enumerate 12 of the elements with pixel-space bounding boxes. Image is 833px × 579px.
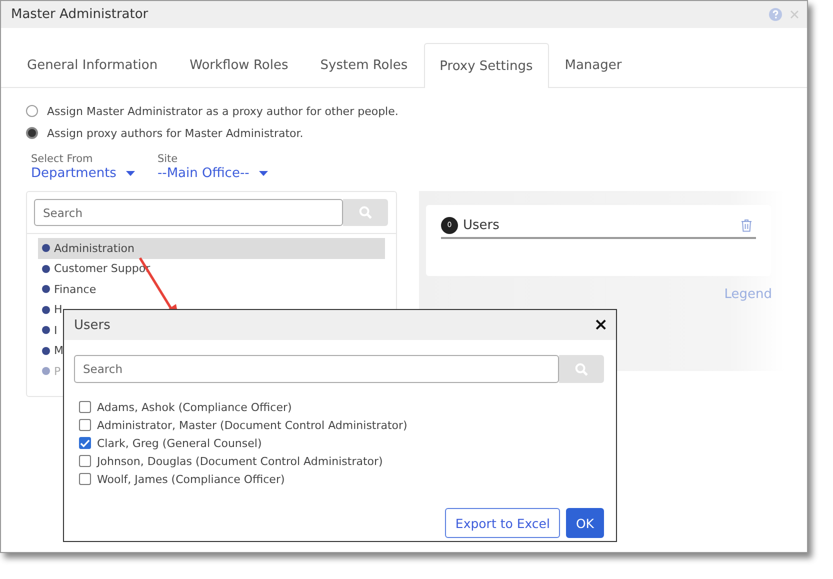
- user-label: Woolf, James (Compliance Officer): [97, 472, 285, 486]
- user-label: Administrator, Master (Document Control Administrator): [97, 418, 408, 432]
- field-label: Select From: [31, 153, 94, 165]
- window-title: Master Administrator: [11, 7, 148, 22]
- field-label: Site: [157, 153, 179, 165]
- user-label: Johnson, Douglas (Document Control Administrator): [97, 454, 383, 468]
- radio-label: Assign Master Administrator as a proxy author for other people.: [47, 104, 398, 118]
- user-label: Clark, Greg (General Counsel): [97, 436, 262, 450]
- user-label: Adams, Ashok (Compliance Officer): [97, 400, 292, 414]
- users-heading: Users: [463, 218, 500, 232]
- radio-label: Assign proxy authors for Master Administrator.: [47, 126, 304, 140]
- dialog-title: Users: [74, 318, 110, 332]
